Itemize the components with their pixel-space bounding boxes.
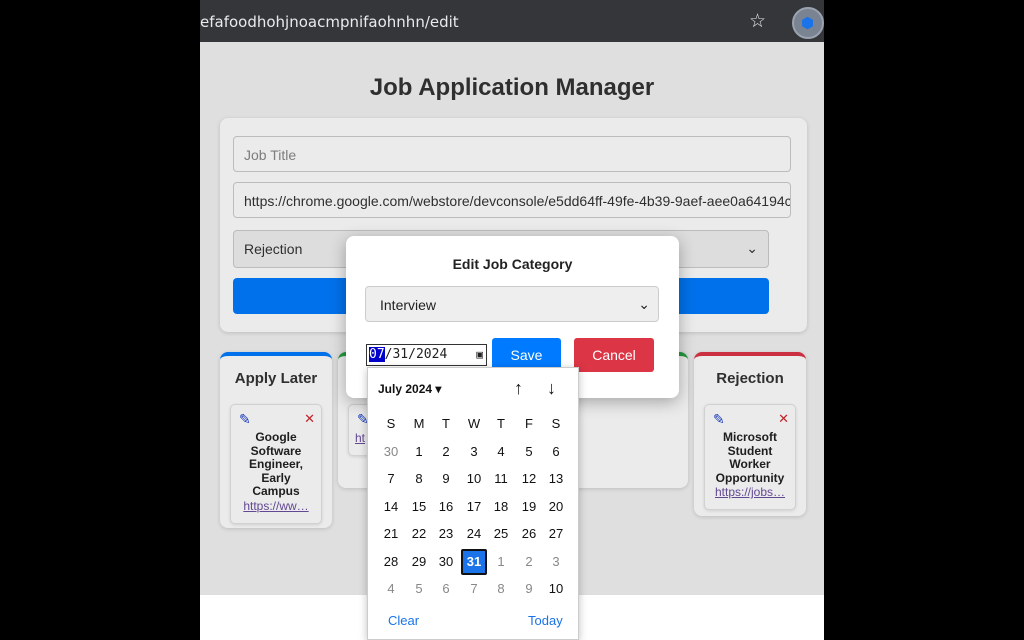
calendar-day[interactable]: 10	[461, 466, 487, 492]
calendar-day[interactable]: 30	[433, 549, 459, 575]
calendar-day[interactable]: 11	[488, 466, 514, 492]
modal-category-value: Interview	[380, 297, 437, 313]
calendar-day[interactable]: 8	[406, 466, 432, 492]
clear-button[interactable]: Clear	[388, 613, 419, 628]
calendar-day[interactable]: 20	[543, 494, 569, 520]
calendar-day[interactable]: 7	[378, 466, 404, 492]
date-input[interactable]: 07/31/2024 ▣	[366, 344, 487, 366]
calendar-day[interactable]: 2	[433, 439, 459, 465]
date-year-segment[interactable]: 2024	[416, 347, 447, 362]
calendar-day[interactable]: 18	[488, 494, 514, 520]
calendar-day[interactable]: 26	[516, 521, 542, 547]
calendar-day[interactable]: 4	[378, 576, 404, 602]
modal-title: Edit Job Category	[452, 256, 573, 272]
cancel-button[interactable]: Cancel	[574, 338, 654, 372]
month-year-selector[interactable]: July 2024 ▾	[378, 382, 441, 396]
calendar-icon[interactable]: ▣	[476, 348, 483, 361]
calendar-day[interactable]: 25	[488, 521, 514, 547]
calendar-day[interactable]: 7	[461, 576, 487, 602]
calendar-day[interactable]: 15	[406, 494, 432, 520]
calendar-day[interactable]: 10	[543, 576, 569, 602]
calendar-day[interactable]: 12	[516, 466, 542, 492]
calendar-day[interactable]: 28	[378, 549, 404, 575]
calendar-day[interactable]: 31	[461, 548, 487, 575]
calendar-day[interactable]: 1	[488, 549, 514, 575]
weekday-header: S	[551, 416, 561, 431]
chevron-down-icon: ⌄	[638, 296, 650, 312]
calendar-day[interactable]: 21	[378, 521, 404, 547]
calendar-day[interactable]: 3	[461, 439, 487, 465]
arrow-down-icon[interactable]: ↓	[547, 378, 556, 399]
calendar-day[interactable]: 14	[378, 494, 404, 520]
calendar-day[interactable]: 22	[406, 521, 432, 547]
calendar-day[interactable]: 17	[461, 494, 487, 520]
calendar-day[interactable]: 6	[543, 439, 569, 465]
date-month-segment[interactable]: 07	[369, 347, 385, 362]
calendar-day[interactable]: 2	[516, 549, 542, 575]
date-day-segment[interactable]: 31	[392, 347, 408, 362]
calendar-day[interactable]: 23	[433, 521, 459, 547]
weekday-header: T	[497, 416, 505, 431]
calendar-day[interactable]: 30	[378, 439, 404, 465]
today-button[interactable]: Today	[528, 613, 563, 628]
calendar-day[interactable]: 13	[543, 466, 569, 492]
calendar-day[interactable]: 6	[433, 576, 459, 602]
browser-toolbar: efafoodhohjnoacmpnifaohnhn/edit ☆ ⬢	[200, 0, 824, 42]
calendar-day[interactable]: 16	[433, 494, 459, 520]
calendar-day[interactable]: 24	[461, 521, 487, 547]
calendar-day[interactable]: 9	[516, 576, 542, 602]
pin-icon[interactable]: ⬢	[792, 7, 824, 39]
calendar-day[interactable]: 4	[488, 439, 514, 465]
calendar-day[interactable]: 1	[406, 439, 432, 465]
weekday-header: W	[467, 416, 481, 431]
calendar-day[interactable]: 8	[488, 576, 514, 602]
star-icon[interactable]: ☆	[749, 10, 766, 33]
weekday-header: T	[442, 416, 450, 431]
calendar-day[interactable]: 9	[433, 466, 459, 492]
calendar-day[interactable]: 5	[516, 439, 542, 465]
weekday-header: F	[525, 416, 533, 431]
calendar-day[interactable]: 5	[406, 576, 432, 602]
calendar-day[interactable]: 3	[543, 549, 569, 575]
calendar-day[interactable]: 27	[543, 521, 569, 547]
modal-category-select[interactable]: Interview ⌄	[365, 286, 659, 322]
weekday-header: M	[413, 416, 425, 431]
calendar-day[interactable]: 29	[406, 549, 432, 575]
date-picker-popup: July 2024 ▾ ↑ ↓ S M T W T F S 30 1 2 3 4 5 6 7 8 9 10 11 12…	[367, 367, 579, 640]
address-bar[interactable]: efafoodhohjnoacmpnifaohnhn/edit	[200, 13, 459, 31]
arrow-up-icon[interactable]: ↑	[514, 378, 523, 399]
weekday-header: S	[386, 416, 396, 431]
calendar-day[interactable]: 19	[516, 494, 542, 520]
